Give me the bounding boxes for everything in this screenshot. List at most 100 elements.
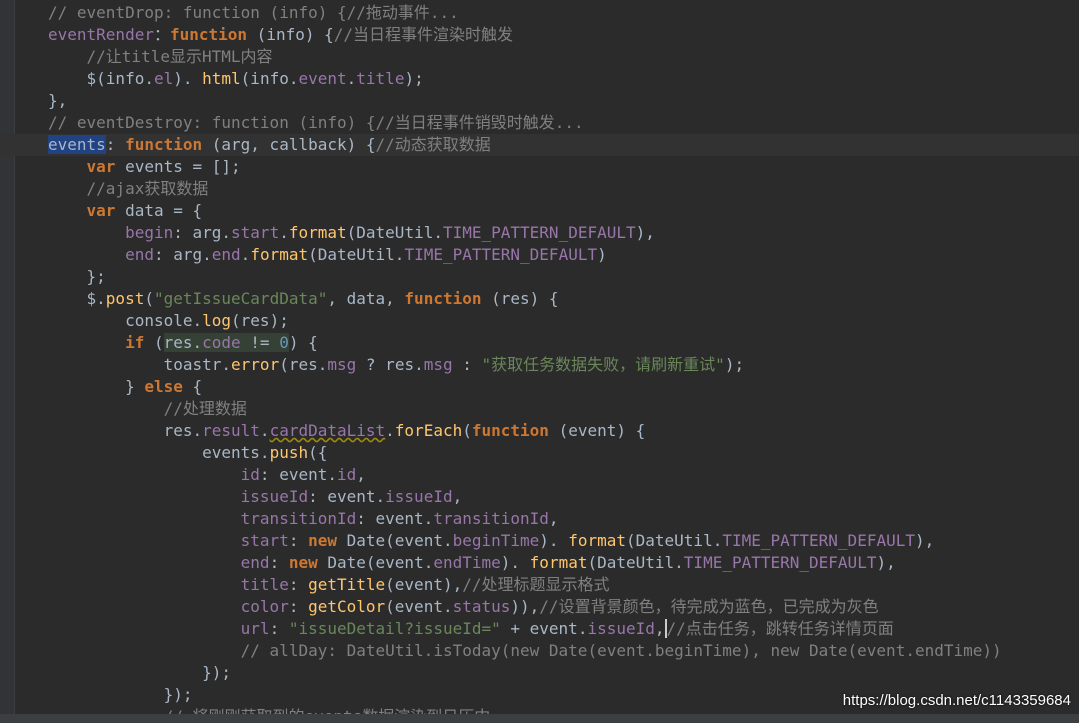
- code-token: //ajax获取数据: [48, 179, 209, 198]
- horizontal-scrollbar[interactable]: [0, 714, 1079, 723]
- code-token: :: [452, 355, 482, 374]
- code-line[interactable]: transitionId: event.transitionId,: [0, 508, 1079, 530]
- code-line[interactable]: start: new Date(event.beginTime). format…: [0, 530, 1079, 552]
- code-token: new: [288, 553, 318, 572]
- code-line[interactable]: url: "issueDetail?issueId=" + event.issu…: [0, 618, 1079, 640]
- code-token: TIME_PATTERN_DEFAULT: [442, 223, 636, 242]
- code-token: format: [568, 531, 626, 550]
- code-line[interactable]: toastr.error(res.msg ? res.msg : "获取任务数据…: [0, 354, 1079, 376]
- code-token: start: [231, 223, 280, 242]
- code-line[interactable]: events.push({: [0, 442, 1079, 464]
- code-token: )),: [510, 597, 540, 616]
- code-token: (: [144, 333, 164, 352]
- code-token: (res.: [279, 355, 328, 374]
- code-line[interactable]: res.result.cardDataList.forEach(function…: [0, 420, 1079, 442]
- code-line[interactable]: eventRender：function (info) {//当日程事件渲染时触…: [0, 24, 1079, 46]
- code-line-content: //处理数据: [48, 398, 247, 420]
- code-line[interactable]: issueId: event.issueId,: [0, 486, 1079, 508]
- code-token: msg: [423, 355, 453, 374]
- code-line[interactable]: // eventDestroy: function (info) {//当日程事…: [0, 112, 1079, 134]
- code-line[interactable]: });: [0, 662, 1079, 684]
- code-line-content: // allDay: DateUtil.isToday(new Date(eve…: [48, 640, 1002, 662]
- code-line-content: $(info.el). html(info.event.title);: [48, 68, 424, 90]
- code-token: (event) {: [548, 421, 646, 440]
- code-token: forEach: [394, 421, 463, 440]
- code-token: color: [240, 597, 289, 616]
- code-token: status: [452, 597, 511, 616]
- code-token: function: [169, 25, 248, 44]
- code-line[interactable]: // allDay: DateUtil.isToday(new Date(eve…: [0, 640, 1079, 662]
- code-line-content: //让title显示HTML内容: [48, 46, 273, 68]
- code-token: (DateUtil.: [587, 553, 684, 572]
- code-line-content: toastr.error(res.msg ? res.msg : "获取任务数据…: [48, 354, 744, 376]
- code-line-content: id: event.id,: [48, 464, 366, 486]
- code-token: title: [356, 69, 405, 88]
- code-token: //设置背景颜色，待完成为蓝色，已完成为灰色: [539, 597, 879, 616]
- code-line[interactable]: };: [0, 266, 1079, 288]
- code-token: //让title显示HTML内容: [48, 47, 273, 66]
- code-token: :: [105, 135, 126, 154]
- code-token: (DateUtil.: [346, 223, 443, 242]
- code-line[interactable]: end: new Date(event.endTime). format(Dat…: [0, 552, 1079, 574]
- code-line[interactable]: end: arg.end.format(DateUtil.TIME_PATTER…: [0, 244, 1079, 266]
- code-line[interactable]: events: function (arg, callback) {//动态获取…: [0, 134, 1079, 156]
- code-line-content: url: "issueDetail?issueId=" + event.issu…: [48, 618, 894, 640]
- code-line[interactable]: begin: arg.start.format(DateUtil.TIME_PA…: [0, 222, 1079, 244]
- code-line[interactable]: if (res.code != 0) {: [0, 332, 1079, 354]
- code-token: Date(event.: [337, 531, 453, 550]
- code-token: (info) {: [247, 25, 334, 44]
- code-line[interactable]: // eventDrop: function (info) {//拖动事件...: [0, 2, 1079, 24]
- code-token: issueId: [587, 619, 655, 638]
- code-token: 0: [279, 333, 289, 352]
- code-token: (info.: [240, 69, 299, 88]
- code-token: //处理标题显示格式: [462, 575, 610, 594]
- code-token: begin: [125, 223, 174, 242]
- code-token: format: [529, 553, 588, 572]
- code-line-content: // eventDestroy: function (info) {//当日程事…: [48, 112, 584, 134]
- code-line[interactable]: color: getColor(event.status)),//设置背景颜色，…: [0, 596, 1079, 618]
- code-line[interactable]: //处理数据: [0, 398, 1079, 420]
- code-token: events.: [48, 443, 270, 462]
- code-token: format: [288, 223, 347, 242]
- code-token: beginTime: [452, 531, 540, 550]
- code-token: Date(event.: [317, 553, 434, 572]
- code-editor[interactable]: // eventDrop: function (info) {//拖动事件...…: [0, 0, 1079, 723]
- code-line[interactable]: },: [0, 90, 1079, 112]
- code-token: , data,: [327, 289, 405, 308]
- code-token: function: [471, 421, 549, 440]
- code-token: cardDataList: [269, 421, 386, 440]
- code-line[interactable]: } else {: [0, 376, 1079, 398]
- code-line[interactable]: title: getTitle(event),//处理标题显示格式: [0, 574, 1079, 596]
- code-line[interactable]: $(info.el). html(info.event.title);: [0, 68, 1079, 90]
- code-line[interactable]: id: event.id,: [0, 464, 1079, 486]
- code-token: issueId: [385, 487, 453, 506]
- code-line[interactable]: $.post("getIssueCardData", data, functio…: [0, 288, 1079, 310]
- code-line[interactable]: var events = [];: [0, 156, 1079, 178]
- code-token: (DateUtil.: [308, 245, 405, 264]
- code-token: msg: [327, 355, 357, 374]
- code-line[interactable]: //ajax获取数据: [0, 178, 1079, 200]
- code-token: // eventDestroy: function (info) {//当日程事…: [48, 113, 584, 132]
- code-token: .: [259, 421, 270, 440]
- code-line-content: },: [48, 90, 67, 112]
- code-token: ).: [173, 69, 203, 88]
- code-line[interactable]: //让title显示HTML内容: [0, 46, 1079, 68]
- code-token: {: [182, 377, 203, 396]
- code-token: transitionId: [433, 509, 549, 528]
- code-line-content: events.push({: [48, 442, 327, 464]
- code-token: .: [385, 421, 395, 440]
- code-line-content: issueId: event.issueId,: [48, 486, 463, 508]
- code-token: ,: [654, 619, 667, 638]
- code-token: // eventDrop: function (info) {//拖动事件...: [48, 3, 459, 22]
- code-line-content: var data = {: [48, 200, 203, 222]
- code-token: ),: [876, 553, 896, 572]
- code-token: ? res.: [356, 355, 424, 374]
- code-line[interactable]: var data = {: [0, 200, 1079, 222]
- code-line[interactable]: console.log(res);: [0, 310, 1079, 332]
- code-token: push: [269, 443, 309, 462]
